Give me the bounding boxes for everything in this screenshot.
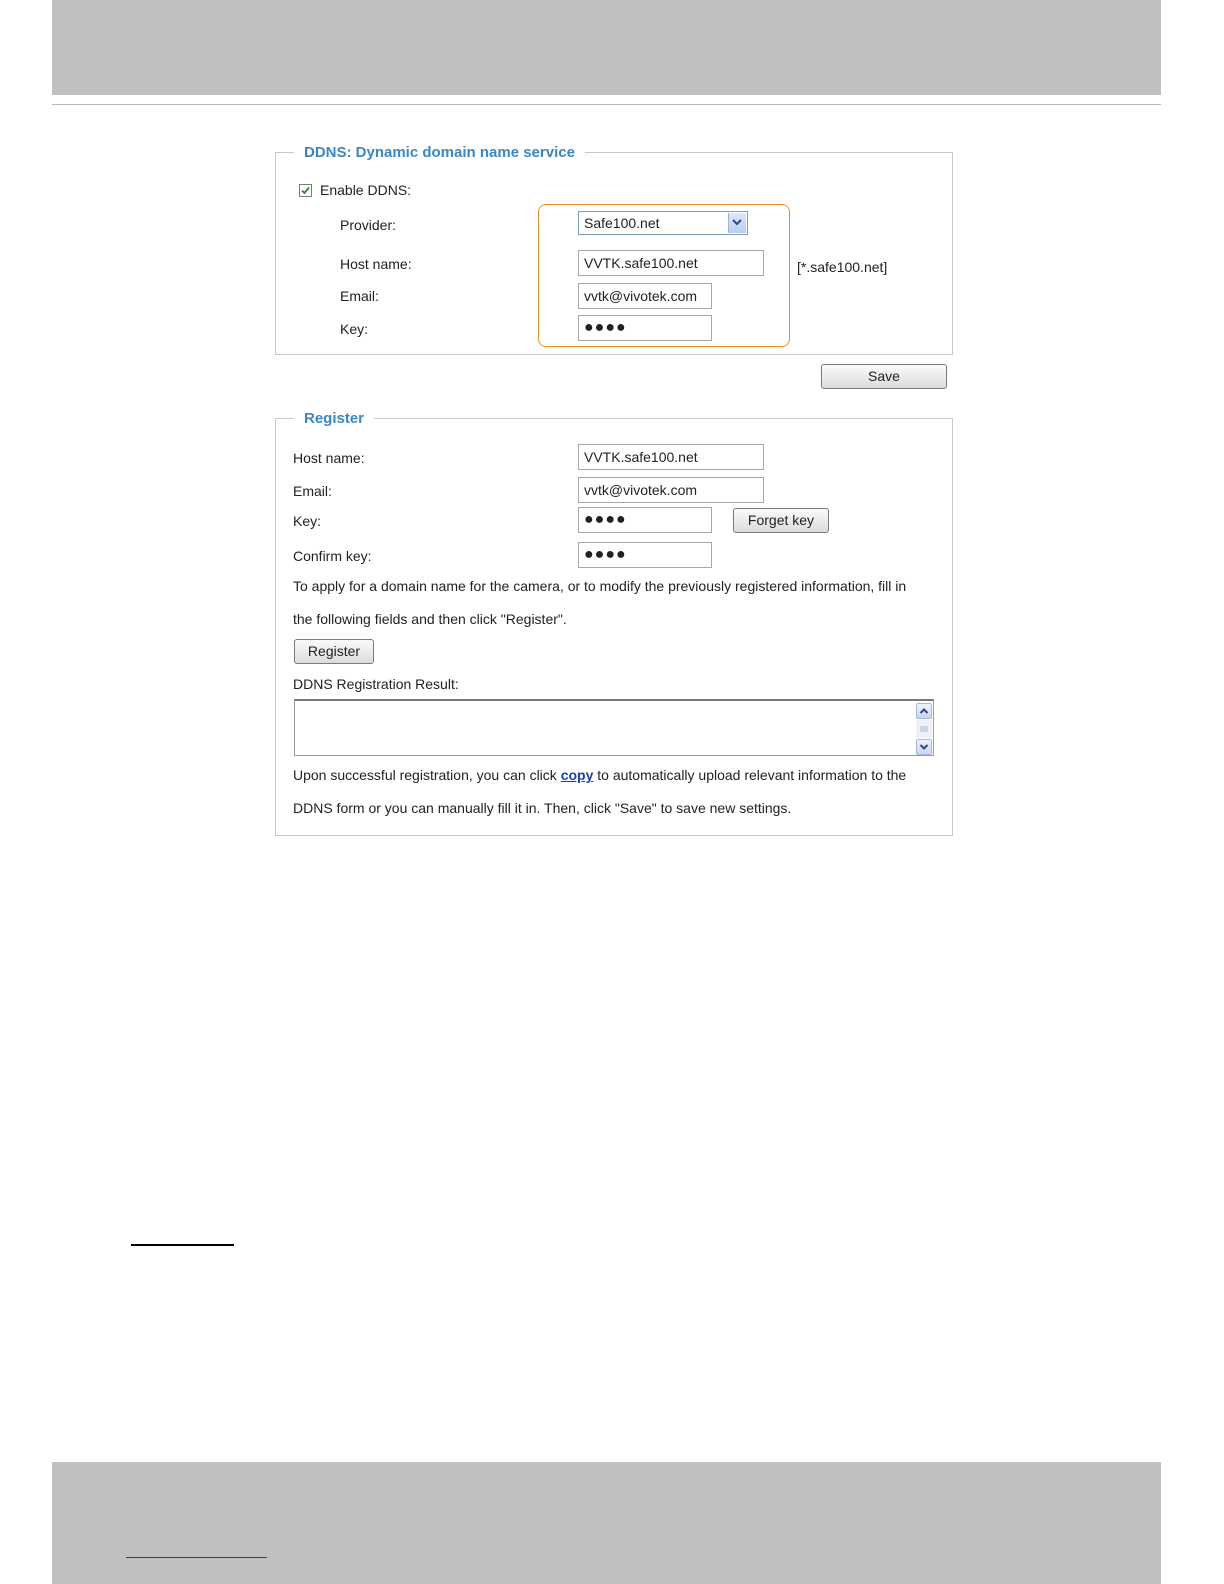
hostname-label: Host name: [340, 256, 412, 272]
register-button[interactable]: Register [294, 639, 374, 664]
register-key-input[interactable]: ●●●● [578, 507, 712, 533]
provider-label: Provider: [340, 217, 397, 233]
scroll-track[interactable] [916, 720, 932, 738]
register-legend: Register [294, 410, 375, 428]
key-input[interactable]: ●●●● [578, 315, 712, 341]
register-instruction-line2: the following fields and then click "Reg… [293, 611, 567, 627]
key-label: Key: [340, 321, 369, 337]
enable-ddns-checkbox[interactable] [299, 184, 312, 197]
header-band [52, 0, 1161, 95]
provider-select[interactable]: Safe100.net [578, 211, 748, 235]
register-instruction-line1: To apply for a domain name for the camer… [293, 578, 907, 594]
result-scrollbar[interactable] [916, 703, 932, 755]
underline-rule [131, 1244, 234, 1246]
email-label: Email: [340, 288, 379, 304]
confirm-key-input[interactable]: ●●●● [578, 542, 712, 568]
chevron-down-icon[interactable] [728, 213, 746, 233]
registration-result-label: DDNS Registration Result: [293, 676, 459, 692]
enable-ddns-label: Enable DDNS: [320, 182, 412, 198]
ddns-legend: DDNS: Dynamic domain name service [294, 144, 585, 162]
hostname-suffix: [*.safe100.net] [797, 259, 888, 275]
register-hostname-input[interactable]: VVTK.safe100.net [578, 444, 764, 470]
save-button[interactable]: Save [821, 364, 947, 389]
register-email-label: Email: [293, 483, 332, 499]
footer-link-underline [126, 1557, 267, 1558]
provider-select-value: Safe100.net [584, 215, 660, 231]
register-key-label: Key: [293, 513, 322, 529]
registration-result-textarea[interactable] [294, 699, 934, 756]
header-divider [52, 104, 1161, 105]
copy-note-line2: DDNS form or you can manually fill it in… [293, 800, 792, 816]
email-input[interactable]: vvtk@vivotek.com [578, 283, 712, 309]
scroll-up-icon[interactable] [916, 703, 932, 719]
register-hostname-label: Host name: [293, 450, 365, 466]
hostname-input[interactable]: VVTK.safe100.net [578, 250, 764, 276]
checkmark-icon [301, 186, 310, 195]
forget-key-button[interactable]: Forget key [733, 508, 829, 533]
confirm-key-label: Confirm key: [293, 548, 372, 564]
copy-note-after: to automatically upload relevant informa… [593, 767, 907, 783]
scroll-down-icon[interactable] [916, 739, 932, 755]
copy-note-line1: Upon successful registration, you can cl… [293, 767, 906, 783]
copy-note-before: Upon successful registration, you can cl… [293, 767, 561, 783]
footer-band [52, 1462, 1161, 1584]
register-email-input[interactable]: vvtk@vivotek.com [578, 477, 764, 503]
copy-link[interactable]: copy [561, 767, 594, 783]
